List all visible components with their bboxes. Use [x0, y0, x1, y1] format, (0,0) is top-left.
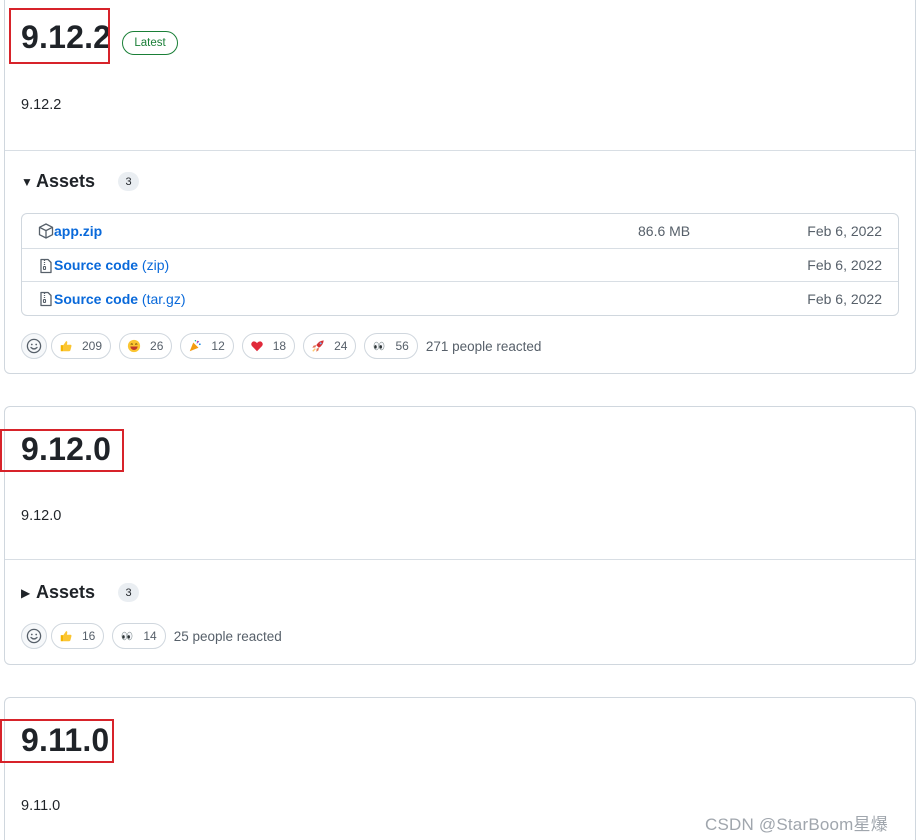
assets-count-badge: 3 [118, 172, 140, 191]
file-zip-icon [38, 291, 54, 307]
assets-toggle[interactable]: ▶ Assets 3 [21, 582, 140, 603]
asset-link-app-zip[interactable]: app.zip [54, 223, 102, 239]
asset-list: app.zip 86.6 MB Feb 6, 2022 Source code … [21, 213, 899, 316]
asset-link-source-zip[interactable]: Source code (zip) [54, 257, 169, 273]
assets-count-badge: 3 [118, 583, 140, 602]
assets-toggle[interactable]: ▼ Assets 3 [21, 171, 140, 192]
smiley-icon [26, 628, 42, 644]
reactions-bar: 209 26 12 18 24 56 271 people reacted [21, 333, 541, 359]
caret-down-icon: ▼ [21, 174, 33, 189]
release-card-9-12-2: 9.12.2 Latest 9.12.2 ▼ Assets 3 app.zip … [4, 0, 916, 374]
release-description: 9.12.2 [21, 97, 62, 113]
reaction-rocket[interactable]: 24 [303, 333, 357, 359]
highlight-box [0, 719, 114, 763]
reaction-hooray[interactable]: 12 [180, 333, 234, 359]
package-icon [38, 223, 54, 239]
asset-date: Feb 6, 2022 [807, 222, 882, 239]
latest-badge: Latest [122, 31, 178, 55]
caret-right-icon: ▶ [21, 585, 31, 600]
reaction-eyes[interactable]: 14 [112, 623, 166, 649]
heart-icon [250, 339, 264, 353]
laugh-icon [127, 339, 141, 353]
reactions-bar: 16 14 25 people reacted [21, 623, 282, 649]
add-reaction-button[interactable] [21, 623, 47, 649]
reaction-summary: 271 people reacted [425, 338, 542, 354]
divider [5, 150, 915, 151]
thumbs-up-icon [59, 629, 73, 643]
asset-row: app.zip 86.6 MB Feb 6, 2022 [22, 214, 898, 248]
release-description: 9.11.0 [21, 798, 61, 814]
reaction-heart[interactable]: 18 [241, 333, 296, 359]
highlight-box [9, 8, 110, 64]
add-reaction-button[interactable] [21, 333, 47, 359]
reaction-thumbs-up[interactable]: 16 [51, 623, 105, 649]
thumbs-up-icon [59, 339, 73, 353]
watermark: CSDN @StarBoom星爆 [705, 815, 888, 834]
eyes-icon [120, 629, 134, 643]
asset-date: Feb 6, 2022 [807, 257, 882, 274]
smiley-icon [26, 338, 42, 354]
reaction-eyes[interactable]: 56 [364, 333, 418, 359]
asset-size: 86.6 MB [638, 222, 691, 239]
release-card-9-12-0: 9.12.0 9.12.0 ▶ Assets 3 16 14 25 people… [4, 406, 916, 665]
reaction-summary: 25 people reacted [173, 628, 282, 644]
asset-link-source-targz[interactable]: Source code (tar.gz) [54, 291, 186, 307]
file-zip-icon [38, 258, 54, 274]
reaction-laugh[interactable]: 26 [119, 333, 173, 359]
asset-row: Source code (tar.gz) Feb 6, 2022 [22, 281, 898, 315]
highlight-box [0, 429, 124, 472]
assets-label: Assets [36, 582, 96, 602]
hooray-icon [188, 339, 202, 353]
divider [5, 559, 915, 560]
reaction-thumbs-up[interactable]: 209 [51, 333, 112, 359]
eyes-icon [372, 339, 386, 353]
rocket-icon [311, 339, 325, 353]
release-description: 9.12.0 [21, 508, 62, 524]
asset-date: Feb 6, 2022 [807, 290, 882, 307]
asset-row: Source code (zip) Feb 6, 2022 [22, 247, 898, 282]
assets-label: Assets [36, 171, 96, 191]
